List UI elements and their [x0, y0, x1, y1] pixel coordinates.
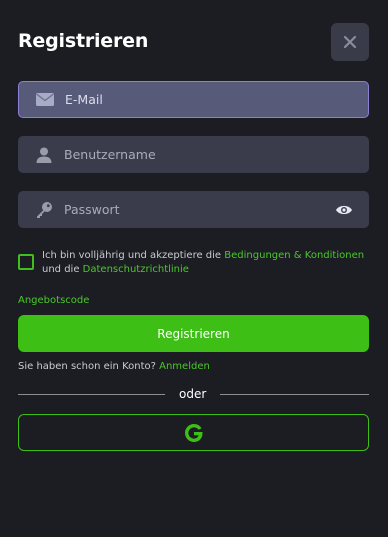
privacy-link[interactable]: Datenschutzrichtlinie: [83, 264, 189, 275]
google-signin-button[interactable]: [18, 414, 369, 451]
divider-text: oder: [179, 387, 207, 401]
divider-line-left: [18, 393, 165, 395]
username-input[interactable]: [64, 136, 369, 173]
password-input[interactable]: [64, 191, 333, 228]
password-field[interactable]: [18, 191, 369, 228]
terms-prefix: Ich bin volljährig und akzeptiere die: [42, 250, 222, 261]
divider-line-right: [220, 393, 369, 395]
terms-link[interactable]: Bedingungen & Konditionen: [224, 250, 364, 261]
terms-text: Ich bin volljährig und akzeptiere die Be…: [42, 249, 369, 277]
envelope-icon: [33, 88, 57, 112]
close-button[interactable]: [331, 23, 369, 61]
or-divider: oder: [18, 385, 369, 403]
eye-icon[interactable]: [333, 199, 355, 221]
key-icon: [32, 198, 56, 222]
user-icon: [32, 143, 56, 167]
terms-checkbox[interactable]: [18, 254, 34, 270]
terms-row: Ich bin volljährig und akzeptiere die Be…: [18, 249, 369, 277]
close-icon: [343, 35, 357, 49]
email-field[interactable]: [18, 81, 369, 118]
username-field[interactable]: [18, 136, 369, 173]
register-button[interactable]: Registrieren: [18, 315, 369, 352]
terms-middle: und die: [42, 264, 80, 275]
login-prompt-text: Sie haben schon ein Konto?: [18, 361, 156, 372]
promo-code-link[interactable]: Angebotscode: [18, 295, 89, 306]
google-icon: [184, 423, 202, 442]
email-input[interactable]: [65, 82, 368, 117]
login-link[interactable]: Anmelden: [159, 361, 210, 372]
page-title: Registrieren: [18, 30, 149, 52]
login-prompt: Sie haben schon ein Konto? Anmelden: [18, 361, 210, 372]
